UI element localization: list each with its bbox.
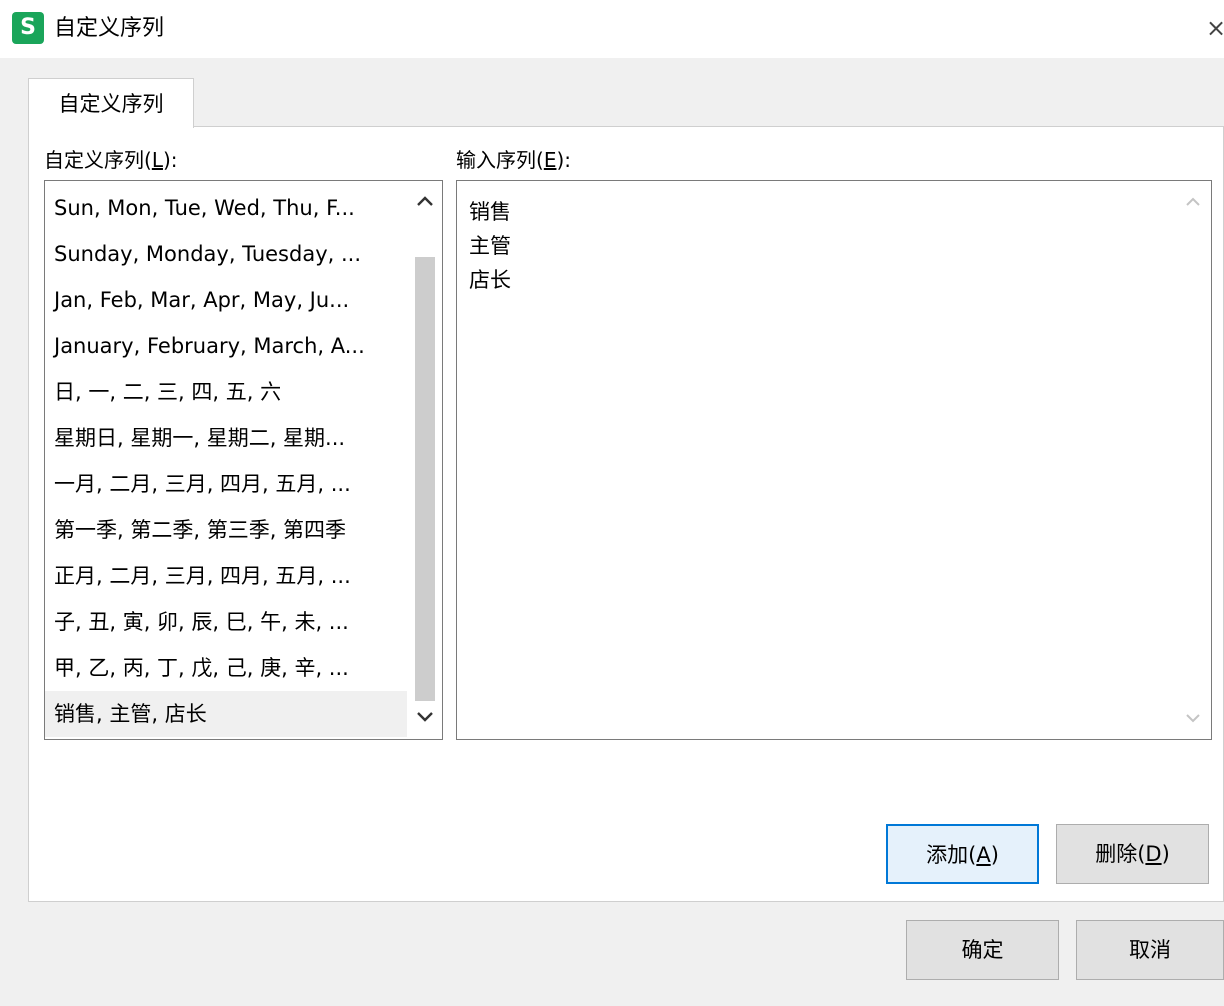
list-item[interactable]: 星期日, 星期一, 星期二, 星期... [45,415,407,461]
list-item[interactable]: 甲, 乙, 丙, 丁, 戊, 己, 庚, 辛, ... [45,645,407,691]
custom-list-label: 自定义序列(L): [44,146,178,174]
delete-button-key: D [1145,842,1162,866]
title-bar: S 自定义序列 × [0,0,1224,58]
delete-button-prefix: 删除( [1095,842,1146,866]
tab-custom-lists[interactable]: 自定义序列 [28,78,194,128]
list-item[interactable]: January, February, March, A... [45,323,407,369]
list-scroll-thumb[interactable] [415,257,435,701]
ok-button[interactable]: 确定 [906,920,1059,980]
input-series-text[interactable]: 销售 主管 店长 [469,195,511,297]
input-series-textarea[interactable]: 销售 主管 店长 [456,180,1212,740]
input-scrollbar[interactable] [1181,181,1207,739]
list-item[interactable]: 日, 一, 二, 三, 四, 五, 六 [45,369,407,415]
input-series-label-prefix: 输入序列( [456,148,544,172]
custom-list-label-key: L [151,148,163,172]
list-item[interactable]: 正月, 二月, 三月, 四月, 五月, ... [45,553,407,599]
cancel-button[interactable]: 取消 [1076,920,1224,980]
window-title: 自定义序列 [54,16,165,41]
input-series-label-key: E [543,148,557,172]
add-button[interactable]: 添加(A) [886,824,1039,884]
chevron-up-icon[interactable] [1185,197,1201,207]
chevron-up-icon[interactable] [408,185,442,219]
chevron-down-icon[interactable] [1185,713,1201,723]
chevron-down-icon[interactable] [408,701,442,735]
add-button-key: A [976,843,991,867]
input-series-label-suffix: ): [556,148,571,172]
custom-list-label-suffix: ): [162,148,178,172]
input-series-label: 输入序列(E): [456,146,571,174]
app-logo-icon: S [12,12,44,44]
list-item-selected[interactable]: 销售, 主管, 店长 [45,691,407,737]
delete-button[interactable]: 删除(D) [1056,824,1209,884]
add-button-suffix: ) [990,843,999,867]
list-scrollbar[interactable] [408,181,442,739]
list-item[interactable]: Jan, Feb, Mar, Apr, May, Ju... [45,277,407,323]
add-button-prefix: 添加( [926,843,977,867]
custom-list-label-prefix: 自定义序列( [44,148,152,172]
custom-list-box[interactable]: Sun, Mon, Tue, Wed, Thu, F... Sunday, Mo… [44,180,443,740]
close-icon[interactable]: × [1206,12,1224,44]
custom-list-items: Sun, Mon, Tue, Wed, Thu, F... Sunday, Mo… [45,185,407,737]
list-item[interactable]: Sun, Mon, Tue, Wed, Thu, F... [45,185,407,231]
list-item[interactable]: Sunday, Monday, Tuesday, ... [45,231,407,277]
list-item[interactable]: 第一季, 第二季, 第三季, 第四季 [45,507,407,553]
list-item[interactable]: 一月, 二月, 三月, 四月, 五月, ... [45,461,407,507]
list-item[interactable]: 子, 丑, 寅, 卯, 辰, 巳, 午, 未, ... [45,599,407,645]
delete-button-suffix: ) [1161,842,1170,866]
